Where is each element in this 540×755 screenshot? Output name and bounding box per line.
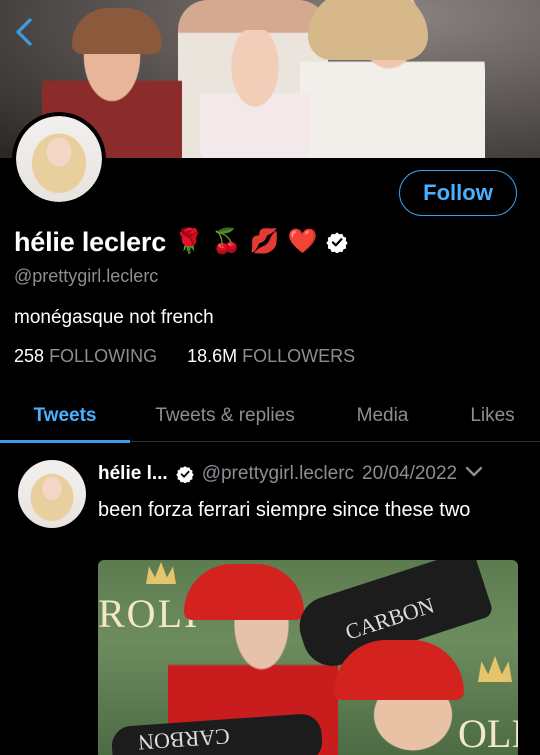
followers-label: FOLLOWERS	[242, 346, 356, 366]
tab-tweets-replies[interactable]: Tweets & replies	[130, 390, 320, 442]
profile-name: hélie leclerc	[14, 226, 167, 257]
heart-emoji: ❤️	[287, 228, 318, 255]
tweet-author-handle[interactable]: @prettygirl.leclerc	[202, 463, 354, 485]
rose-emoji: 🌹	[174, 228, 204, 255]
following-stat[interactable]: 258 FOLLOWING	[14, 346, 157, 367]
tweet-avatar[interactable]	[18, 460, 86, 528]
profile-avatar[interactable]	[12, 112, 106, 206]
tweet-date: 20/04/2022	[362, 463, 458, 484]
tweet-media-image[interactable]: ROLI OLI CARBON CARBON	[98, 560, 518, 755]
tweet-author-name[interactable]: hélie l...	[98, 463, 168, 485]
profile-handle: @prettygirl.leclerc	[14, 266, 159, 286]
profile-tabs: Tweets Tweets & replies Media Likes	[0, 390, 540, 443]
following-count: 258	[14, 346, 45, 366]
cherries-emoji: 🍒	[211, 228, 242, 255]
chevron-left-icon	[16, 18, 32, 46]
kiss-mark-emoji: 💋	[249, 228, 280, 255]
verified-badge-icon	[325, 232, 348, 253]
verified-badge-icon	[176, 466, 194, 483]
profile-name-row: hélie leclerc 🌹 🍒 💋 ❤️	[14, 222, 348, 262]
rolex-crown-logo	[146, 562, 176, 584]
tweet-header: hélie l... @prettygirl.leclerc 20/04/202…	[98, 460, 483, 488]
follow-button[interactable]: Follow	[399, 170, 517, 216]
tab-media[interactable]: Media	[320, 390, 445, 442]
tweet-text: been forza ferrari siempre since these t…	[98, 499, 471, 521]
tab-likes[interactable]: Likes	[445, 390, 540, 442]
profile-bio: monégasque not french	[14, 307, 214, 328]
tweet-item[interactable]: hélie l... @prettygirl.leclerc 20/04/202…	[0, 442, 540, 755]
tweet-menu-button[interactable]	[465, 463, 483, 485]
back-button[interactable]	[10, 14, 38, 50]
followers-stat[interactable]: 18.6M FOLLOWERS	[187, 346, 355, 367]
followers-count: 18.6M	[187, 346, 238, 366]
tab-tweets[interactable]: Tweets	[0, 390, 130, 443]
chevron-down-icon	[465, 466, 483, 477]
following-label: FOLLOWING	[49, 346, 158, 366]
profile-stats: 258 FOLLOWING 18.6M FOLLOWERS	[14, 346, 355, 367]
red-cap-left	[184, 564, 304, 620]
